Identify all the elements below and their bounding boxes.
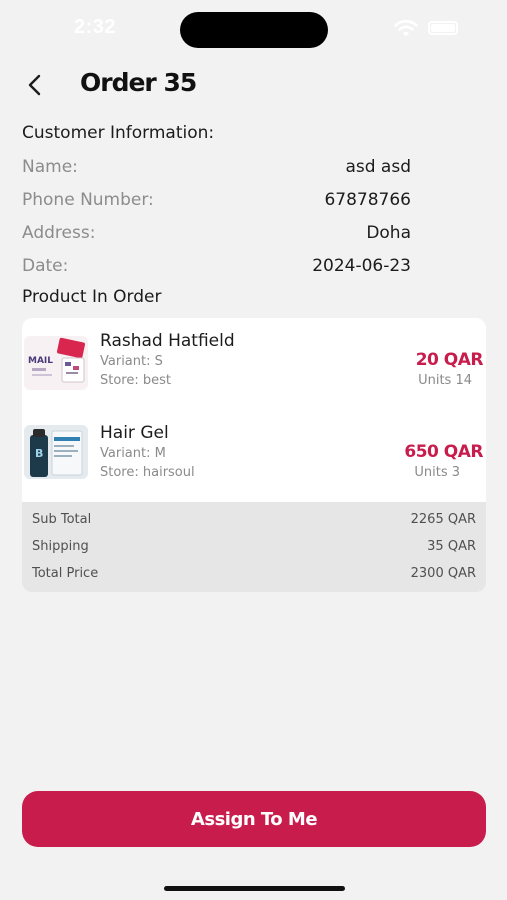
shipping-value: 35 QAR bbox=[427, 538, 476, 554]
product-price: 650 QAR bbox=[404, 442, 483, 462]
subtotal-value: 2265 QAR bbox=[410, 511, 476, 527]
product-variant: Variant: M bbox=[100, 446, 166, 461]
wifi-icon bbox=[394, 19, 418, 37]
subtotal-label: Sub Total bbox=[32, 511, 92, 527]
subtotal-row: Sub Total 2265 QAR bbox=[32, 509, 476, 529]
date-label: Date: bbox=[22, 256, 69, 276]
product-name: Hair Gel bbox=[100, 423, 169, 443]
product-image: B bbox=[24, 425, 88, 479]
product-units: Units 14 bbox=[418, 373, 472, 388]
product-item[interactable]: MAIL Rashad Hatfield Variant: S Store: b… bbox=[22, 328, 486, 398]
name-label: Name: bbox=[22, 157, 78, 177]
page-title: Order 35 bbox=[80, 68, 197, 97]
dynamic-island bbox=[180, 12, 328, 48]
product-store: Store: best bbox=[100, 373, 171, 388]
date-row: Date: 2024-06-23 bbox=[22, 254, 411, 278]
shipping-label: Shipping bbox=[32, 538, 89, 554]
shipping-row: Shipping 35 QAR bbox=[32, 536, 476, 556]
total-price-value: 2300 QAR bbox=[410, 565, 476, 581]
total-price-label: Total Price bbox=[32, 565, 99, 581]
product-name: Rashad Hatfield bbox=[100, 331, 235, 351]
phone-value: 67878766 bbox=[324, 190, 411, 210]
name-row: Name: asd asd bbox=[22, 155, 411, 179]
address-value: Doha bbox=[366, 223, 411, 243]
total-price-row: Total Price 2300 QAR bbox=[32, 563, 476, 583]
product-units: Units 3 bbox=[414, 465, 460, 480]
products-card: MAIL Rashad Hatfield Variant: S Store: b… bbox=[22, 318, 486, 592]
assign-to-me-button[interactable]: Assign To Me bbox=[22, 791, 486, 847]
status-bar: 2:32 bbox=[0, 0, 507, 58]
phone-label: Phone Number: bbox=[22, 190, 154, 210]
product-price: 20 QAR bbox=[415, 350, 484, 370]
battery-icon bbox=[428, 21, 458, 35]
order-totals: Sub Total 2265 QAR Shipping 35 QAR Total… bbox=[22, 502, 486, 592]
products-list: MAIL Rashad Hatfield Variant: S Store: b… bbox=[22, 318, 486, 502]
date-value: 2024-06-23 bbox=[312, 256, 411, 276]
customer-info-title: Customer Information: bbox=[22, 123, 215, 143]
product-thumb-text: B bbox=[35, 447, 44, 460]
chevron-left-icon bbox=[28, 74, 41, 96]
address-row: Address: Doha bbox=[22, 221, 411, 245]
status-time: 2:32 bbox=[74, 16, 117, 38]
name-value: asd asd bbox=[345, 157, 411, 177]
phone-row: Phone Number: 67878766 bbox=[22, 188, 411, 212]
product-image: MAIL bbox=[24, 336, 88, 390]
address-label: Address: bbox=[22, 223, 96, 243]
home-indicator bbox=[164, 886, 345, 891]
product-store: Store: hairsoul bbox=[100, 465, 195, 480]
back-button[interactable] bbox=[18, 68, 50, 102]
product-thumb-text: MAIL bbox=[28, 356, 54, 366]
product-variant: Variant: S bbox=[100, 354, 163, 369]
order-detail-screen: 2:32 Order 35 Customer Information: Name… bbox=[0, 0, 507, 900]
product-item[interactable]: B Hair Gel Variant: M Store: hairsoul 65… bbox=[22, 420, 486, 490]
product-photo-icon bbox=[24, 425, 88, 479]
products-title: Product In Order bbox=[22, 287, 162, 307]
